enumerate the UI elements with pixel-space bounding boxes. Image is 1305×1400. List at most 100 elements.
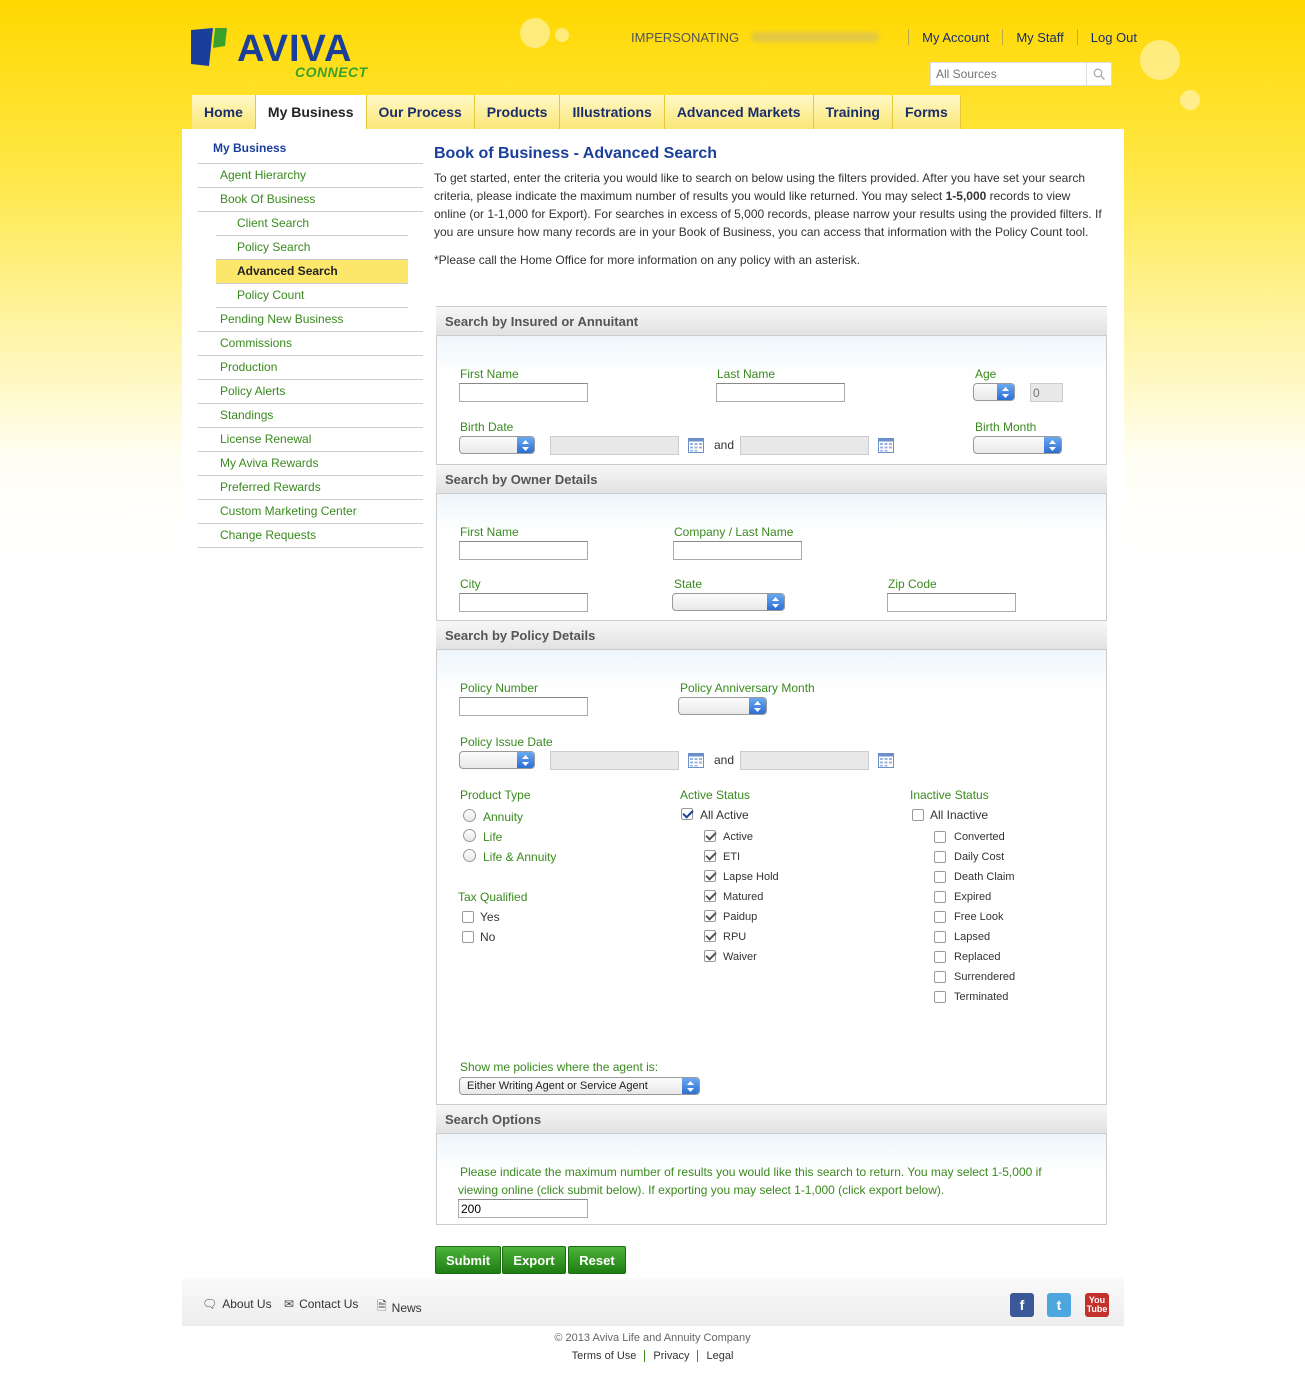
about-us-link[interactable]: 🗨 About Us bbox=[202, 1297, 272, 1311]
reset-button[interactable]: Reset bbox=[568, 1246, 626, 1274]
twitter-icon[interactable]: t bbox=[1047, 1293, 1071, 1317]
chevron-updown-icon bbox=[767, 594, 784, 610]
status-active-checkbox[interactable] bbox=[704, 830, 716, 842]
contact-us-link[interactable]: ✉ Contact Us bbox=[284, 1297, 358, 1311]
sidebar-item-standings[interactable]: Standings bbox=[198, 404, 423, 428]
my-account-link[interactable]: My Account bbox=[922, 30, 989, 45]
sidebar-item-license-renewal[interactable]: License Renewal bbox=[198, 428, 423, 452]
tax-no-checkbox[interactable] bbox=[462, 931, 474, 943]
all-inactive-checkbox[interactable] bbox=[912, 809, 924, 821]
facebook-icon[interactable]: f bbox=[1010, 1293, 1034, 1317]
owner-zip-input[interactable] bbox=[887, 593, 1016, 612]
age-input[interactable] bbox=[1030, 383, 1063, 402]
tab-my-business[interactable]: My Business bbox=[255, 95, 367, 129]
status-free-look-checkbox[interactable] bbox=[934, 911, 946, 923]
tax-yes-checkbox[interactable] bbox=[462, 911, 474, 923]
log-out-link[interactable]: Log Out bbox=[1091, 30, 1137, 45]
status-paidup-checkbox[interactable] bbox=[704, 910, 716, 922]
birth-month-select[interactable] bbox=[973, 436, 1062, 454]
active-status-label: Active Status bbox=[680, 788, 751, 802]
birth-date-to-input[interactable] bbox=[740, 436, 869, 455]
issue-date-from-input[interactable] bbox=[550, 751, 679, 770]
tab-products[interactable]: Products bbox=[474, 95, 561, 129]
search-button[interactable] bbox=[1086, 63, 1110, 85]
status-waiver-checkbox[interactable] bbox=[704, 950, 716, 962]
my-staff-link[interactable]: My Staff bbox=[1016, 30, 1063, 45]
anniversary-month-select[interactable] bbox=[678, 697, 767, 715]
sidebar-item-production[interactable]: Production bbox=[198, 356, 423, 380]
issue-date-operator-select[interactable] bbox=[459, 751, 535, 769]
status-eti-checkbox[interactable] bbox=[704, 850, 716, 862]
agent-filter-select[interactable]: Either Writing Agent or Service Agent bbox=[459, 1077, 700, 1095]
status-lapsed-checkbox[interactable] bbox=[934, 931, 946, 943]
owner-company-input[interactable] bbox=[673, 541, 802, 560]
tab-advanced-markets[interactable]: Advanced Markets bbox=[664, 95, 814, 129]
policy-number-input[interactable] bbox=[459, 697, 588, 716]
divider bbox=[908, 29, 910, 45]
terms-of-use-link[interactable]: Terms of Use bbox=[564, 1350, 646, 1362]
sidebar-item-pending-new-business[interactable]: Pending New Business bbox=[198, 308, 423, 332]
all-active-checkbox[interactable] bbox=[681, 808, 693, 820]
owner-first-name-label: First Name bbox=[460, 525, 519, 539]
sidebar-item-client-search[interactable]: Client Search bbox=[216, 212, 408, 236]
asterisk-note: *Please call the Home Office for more in… bbox=[434, 253, 860, 267]
tab-our-process[interactable]: Our Process bbox=[366, 95, 475, 129]
sidebar-item-policy-search[interactable]: Policy Search bbox=[216, 236, 408, 260]
news-link[interactable]: 🗎 News bbox=[377, 1297, 422, 1318]
sidebar-item-policy-alerts[interactable]: Policy Alerts bbox=[198, 380, 423, 404]
product-life-radio[interactable] bbox=[463, 829, 476, 842]
product-annuity-radio[interactable] bbox=[463, 809, 476, 822]
privacy-link[interactable]: Privacy bbox=[645, 1350, 699, 1362]
calendar-icon[interactable] bbox=[878, 752, 894, 768]
status-lapse-hold-checkbox[interactable] bbox=[704, 870, 716, 882]
sidebar-item-my-aviva-rewards[interactable]: My Aviva Rewards bbox=[198, 452, 423, 476]
owner-city-input[interactable] bbox=[459, 593, 588, 612]
status-converted-checkbox[interactable] bbox=[934, 831, 946, 843]
sidebar-item-commissions[interactable]: Commissions bbox=[198, 332, 423, 356]
birth-date-operator-select[interactable] bbox=[459, 436, 535, 454]
sidebar-heading[interactable]: My Business bbox=[198, 138, 423, 164]
status-terminated-checkbox[interactable] bbox=[934, 991, 946, 1003]
max-results-input[interactable] bbox=[458, 1199, 588, 1218]
sidebar-item-policy-count[interactable]: Policy Count bbox=[216, 284, 408, 308]
status-daily-cost-checkbox[interactable] bbox=[934, 851, 946, 863]
status-rpu-checkbox[interactable] bbox=[704, 930, 716, 942]
status-surrendered-checkbox[interactable] bbox=[934, 971, 946, 983]
calendar-icon[interactable] bbox=[688, 437, 704, 453]
status-death-claim-checkbox[interactable] bbox=[934, 871, 946, 883]
status-daily-cost-label: Daily Cost bbox=[954, 851, 1005, 863]
export-button[interactable]: Export bbox=[502, 1246, 566, 1274]
sidebar-item-book-of-business[interactable]: Book Of Business bbox=[198, 188, 423, 212]
section-header-insured: Search by Insured or Annuitant bbox=[436, 306, 1107, 336]
insured-last-name-input[interactable] bbox=[716, 383, 845, 402]
legal-link[interactable]: Legal bbox=[698, 1350, 741, 1362]
issue-date-to-input[interactable] bbox=[740, 751, 869, 770]
site-search-input[interactable] bbox=[931, 64, 1086, 84]
sidebar-item-change-requests[interactable]: Change Requests bbox=[198, 524, 423, 548]
submit-button[interactable]: Submit bbox=[435, 1246, 501, 1274]
sidebar-item-advanced-search[interactable]: Advanced Search bbox=[216, 260, 408, 284]
youtube-icon[interactable]: You Tube bbox=[1085, 1293, 1109, 1317]
age-operator-select[interactable] bbox=[973, 383, 1015, 401]
tab-illustrations[interactable]: Illustrations bbox=[560, 95, 665, 129]
insured-first-name-input[interactable] bbox=[459, 383, 588, 402]
birth-date-from-input[interactable] bbox=[550, 436, 679, 455]
sidebar-item-custom-marketing-center[interactable]: Custom Marketing Center bbox=[198, 500, 423, 524]
status-expired-checkbox[interactable] bbox=[934, 891, 946, 903]
tab-forms[interactable]: Forms bbox=[892, 95, 961, 129]
chevron-updown-icon bbox=[517, 437, 534, 453]
tab-home[interactable]: Home bbox=[192, 95, 256, 129]
owner-first-name-input[interactable] bbox=[459, 541, 588, 560]
sidebar-item-agent-hierarchy[interactable]: Agent Hierarchy bbox=[198, 164, 423, 188]
sidebar-item-preferred-rewards[interactable]: Preferred Rewards bbox=[198, 476, 423, 500]
status-converted-label: Converted bbox=[954, 831, 1005, 843]
owner-state-select[interactable] bbox=[672, 593, 785, 611]
legal-links: Terms of Use Privacy Legal bbox=[0, 1350, 1305, 1362]
status-matured-checkbox[interactable] bbox=[704, 890, 716, 902]
product-life-annuity-radio[interactable] bbox=[463, 849, 476, 862]
calendar-icon[interactable] bbox=[688, 752, 704, 768]
aviva-logo[interactable]: AVIVA CONNECT bbox=[191, 28, 367, 82]
status-replaced-checkbox[interactable] bbox=[934, 951, 946, 963]
tab-training[interactable]: Training bbox=[813, 95, 893, 129]
calendar-icon[interactable] bbox=[878, 437, 894, 453]
